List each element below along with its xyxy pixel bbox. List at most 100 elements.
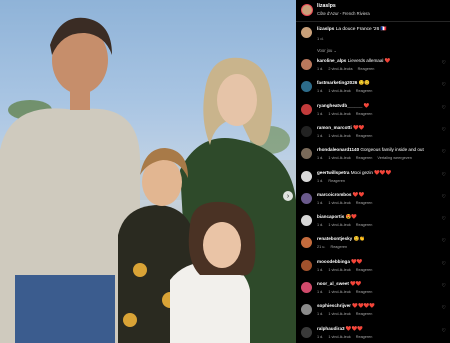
- author-avatar[interactable]: [301, 4, 313, 16]
- comment-user[interactable]: ryangheatvdb______: [317, 103, 362, 108]
- comment-user[interactable]: fastmarketing2026: [317, 80, 357, 85]
- comment-user[interactable]: renatebontjesky: [317, 236, 352, 241]
- comment-avatar[interactable]: [301, 304, 312, 316]
- heart-icon[interactable]: ♡: [442, 238, 446, 244]
- comment-text: Gorgeous family inside and out: [359, 147, 424, 153]
- comment-likes[interactable]: 1 vind-ik-leuk: [328, 156, 350, 160]
- caption-avatar[interactable]: [301, 27, 312, 38]
- post-photo[interactable]: ›: [0, 0, 296, 343]
- comment-row: noor_al_sweet ❤️❤️ 1 d. 1 vind-ik-leuk Reag…: [296, 280, 450, 301]
- heart-icon[interactable]: ♡: [442, 149, 446, 155]
- comment-avatar[interactable]: [301, 59, 312, 70]
- reply-button[interactable]: Reageren: [356, 312, 373, 316]
- comment-user[interactable]: karoline_alps: [317, 58, 346, 63]
- comment-text: ❤️: [362, 102, 370, 108]
- comment-likes[interactable]: 1 vind-ik-leuk: [328, 335, 350, 339]
- comment-avatar[interactable]: [301, 237, 312, 249]
- heart-icon[interactable]: ♡: [442, 82, 446, 88]
- comment-likes[interactable]: 1 vind-ik-leuk: [328, 223, 350, 227]
- heart-icon[interactable]: ♡: [442, 305, 446, 311]
- comment-avatar[interactable]: [301, 125, 312, 137]
- author-name[interactable]: lizaslps: [317, 3, 336, 9]
- heart-icon[interactable]: ♡: [442, 127, 446, 133]
- sort-menu[interactable]: Voor jou ⌄: [317, 48, 337, 53]
- comment-user[interactable]: ramon_marcotti: [317, 125, 352, 130]
- comment-likes[interactable]: 1 vind-ik-leuk: [328, 201, 350, 205]
- comment-meta: 1 d. 1 vind-ik-leuk Reageren Vertaling weer…: [317, 156, 417, 160]
- comment-likes[interactable]: 1 vind-ik-leuk: [328, 89, 350, 93]
- comment-user[interactable]: rhondaleonard1140: [317, 147, 359, 152]
- comment-time: 1 d.: [317, 133, 324, 138]
- comment-user[interactable]: biancaportis: [317, 214, 344, 219]
- reply-button[interactable]: Reageren: [356, 268, 373, 272]
- comment-time: 1 d.: [317, 89, 324, 94]
- comment-time: 1 d.: [317, 200, 324, 205]
- comment-avatar[interactable]: [301, 326, 312, 338]
- comment-likes[interactable]: 1 vind-ik-leuk: [328, 312, 350, 316]
- comment-user[interactable]: geertwillspetra: [317, 170, 349, 175]
- heart-icon[interactable]: ♡: [442, 261, 446, 267]
- comment-avatar[interactable]: [301, 170, 312, 182]
- caption-user[interactable]: lizaslps: [317, 27, 334, 32]
- comment-avatar[interactable]: [301, 192, 312, 204]
- reply-button[interactable]: Reageren: [356, 223, 373, 227]
- reply-button[interactable]: Reageren: [356, 201, 373, 205]
- next-photo-button[interactable]: ›: [283, 191, 293, 201]
- comment-likes[interactable]: 1 vind-ik-leuk: [328, 112, 350, 116]
- heart-icon[interactable]: ♡: [442, 283, 446, 289]
- comment-text: ❤️❤️: [351, 124, 365, 130]
- comment-time: 1 d.: [317, 111, 324, 116]
- comment-line: renatebontjesky 😊👏: [317, 236, 365, 242]
- comment-likes[interactable]: 1 vind-ik-leuk: [328, 290, 350, 294]
- comment-user[interactable]: ralphaudira3: [317, 326, 345, 331]
- comment-time: 1 d.: [317, 312, 324, 317]
- heart-icon[interactable]: ♡: [442, 216, 446, 222]
- comment-user[interactable]: mooodebbinga: [317, 259, 350, 264]
- location-label[interactable]: Côte d'Azur - French Riviera: [317, 11, 370, 16]
- reply-button[interactable]: Reageren: [356, 156, 373, 160]
- heart-icon[interactable]: ♡: [442, 328, 446, 334]
- comment-time: 1 d.: [317, 223, 324, 228]
- comment-time: 1 d.: [317, 67, 324, 71]
- comment-line: fastmarketing2026 🙂😊: [317, 80, 370, 86]
- comment-row: ramon_marcotti ❤️❤️ 1 d. 1 vind-ik-leuk Rea…: [296, 124, 450, 145]
- comment-row: geertwillspetra Mooi gezin ❤️❤️❤️ 1 d. Rea…: [296, 169, 450, 190]
- comment-text: ❤️❤️: [351, 191, 365, 197]
- caption-time: 1 d.: [317, 36, 324, 41]
- comment-avatar[interactable]: [301, 103, 312, 115]
- heart-icon[interactable]: ♡: [442, 194, 446, 200]
- reply-button[interactable]: Reageren: [356, 290, 373, 294]
- comment-avatar[interactable]: [301, 282, 312, 293]
- reply-button[interactable]: Reageren: [356, 112, 373, 116]
- comment-avatar[interactable]: [301, 215, 312, 227]
- comment-likes[interactable]: 1 vind-ik-leuk: [328, 268, 350, 272]
- comment-avatar[interactable]: [301, 259, 312, 271]
- comment-line: ralphaudira3 ❤️❤️❤️: [317, 326, 363, 332]
- translate-button[interactable]: Vertaling weergeven: [377, 156, 411, 160]
- reply-button[interactable]: Reageren: [330, 245, 347, 249]
- comment-user[interactable]: noor_al_sweet: [317, 281, 349, 286]
- comment-avatar[interactable]: [301, 148, 312, 160]
- comment-user[interactable]: marcoicrombos: [317, 192, 351, 197]
- heart-icon[interactable]: ♡: [442, 105, 446, 111]
- comment-text: 😍❤️: [344, 214, 358, 220]
- comment-user[interactable]: sophieschrijver: [317, 303, 351, 308]
- reply-button[interactable]: Reageren: [358, 67, 375, 71]
- comment-avatar[interactable]: [301, 81, 312, 93]
- chevron-right-icon: ›: [286, 192, 290, 200]
- comment-line: rhondaleonard1140 Gorgeous family inside…: [317, 147, 424, 152]
- comment-meta: 1 d. 1 vind-ik-leuk Reageren: [317, 290, 377, 294]
- comment-row: mooodebbinga ❤️❤️ 1 d. 1 vind-ik-leuk Reage…: [296, 258, 450, 279]
- heart-icon[interactable]: ♡: [442, 60, 446, 66]
- comment-row: ryangheatvdb______ ❤️ 1 d. 1 vind-ik-leuk R…: [296, 102, 450, 123]
- comment-line: biancaportis 😍❤️: [317, 214, 357, 220]
- reply-button[interactable]: Reageren: [356, 335, 373, 339]
- heart-icon[interactable]: ♡: [442, 172, 446, 178]
- reply-button[interactable]: Reageren: [356, 89, 373, 93]
- reply-button[interactable]: Reageren: [356, 134, 373, 138]
- comment-text: ❤️❤️: [348, 281, 362, 286]
- comment-line: karoline_alps Lieverds allemaal ❤️: [317, 58, 390, 64]
- comment-likes[interactable]: 2 vind-ik-leuks: [328, 67, 352, 71]
- comment-likes[interactable]: 1 vind-ik-leuk: [328, 134, 350, 138]
- reply-button[interactable]: Reageren: [328, 179, 345, 183]
